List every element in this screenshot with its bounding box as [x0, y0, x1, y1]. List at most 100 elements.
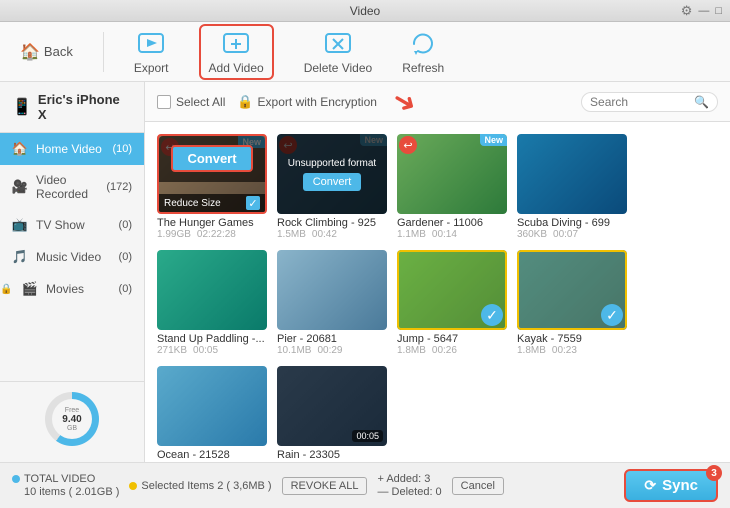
video-duration: 00:23 [552, 345, 577, 356]
main-layout: 📱 Eric's iPhone X 🏠 Home Video (10) 🎥 Vi… [0, 82, 730, 462]
sidebar-item-tv-show[interactable]: 📺 TV Show (0) [0, 209, 144, 241]
red-arrow-indicator: ➜ [386, 82, 423, 122]
encrypt-label: Export with Encryption [258, 95, 377, 109]
search-box[interactable]: 🔍 [581, 92, 718, 112]
window-controls: ⚙ — □ [681, 3, 722, 19]
video-thumbnail: ✓ [397, 250, 507, 330]
list-item[interactable]: ✓ Kayak - 7559 1.8MB 00:23 [517, 250, 627, 356]
close-button[interactable]: □ [715, 5, 722, 17]
video-size: 1.99GB [157, 229, 191, 240]
blue-dot [12, 475, 20, 483]
sidebar-item-video-recorded[interactable]: 🎥 Video Recorded (172) [0, 165, 144, 209]
video-duration: 00:05 [193, 345, 218, 356]
list-item[interactable]: ↩ New Unsupported format Convert Rock Cl… [277, 134, 387, 240]
sync-button[interactable]: ⟳ Sync 3 [624, 469, 718, 502]
back-button[interactable]: 🏠 Back [20, 42, 73, 62]
list-item[interactable]: Ocean - 21528 6.5MB 00:30 [157, 366, 267, 462]
video-duration: 00:26 [432, 345, 457, 356]
convert-overlay: Convert [159, 136, 265, 182]
video-thumbnail [277, 250, 387, 330]
search-icon: 🔍 [694, 95, 709, 109]
list-item[interactable]: 00:05 Rain - 23305 376KB 00:05 [277, 366, 387, 462]
add-video-label: Add Video [209, 61, 264, 75]
video-size: 10.1MB [277, 345, 311, 356]
delete-video-label: Delete Video [304, 61, 373, 75]
video-thumbnail: 00:05 [277, 366, 387, 446]
gear-icon[interactable]: ⚙ [681, 3, 693, 19]
video-duration: 00:07 [553, 229, 578, 240]
sidebar-item-home-video[interactable]: 🏠 Home Video (10) [0, 133, 144, 165]
tv-show-count: (0) [119, 219, 132, 231]
video-info: Rock Climbing - 925 1.5MB 00:42 [277, 217, 387, 240]
revoke-all-button[interactable]: REVOKE ALL [282, 477, 368, 495]
sidebar-item-music-video[interactable]: 🎵 Music Video (0) [0, 241, 144, 273]
toolbar-divider [103, 32, 104, 72]
total-video-info: TOTAL VIDEO 10 items ( 2.01GB ) [12, 473, 119, 498]
video-size: 360KB [517, 229, 547, 240]
list-item[interactable]: Scuba Diving - 699 360KB 00:07 [517, 134, 627, 240]
delete-video-icon [323, 29, 353, 59]
total-video-label: TOTAL VIDEO [12, 473, 119, 485]
device-label: Eric's iPhone X [38, 92, 132, 122]
video-meta: 271KB 00:05 [157, 345, 267, 356]
video-info: The Hunger Games 1.99GB 02:22:28 [157, 217, 267, 240]
main-toolbar: 🏠 Back Export Add Video [0, 22, 730, 82]
video-size: 271KB [157, 345, 187, 356]
title-bar: Video ⚙ — □ [0, 0, 730, 22]
refresh-button[interactable]: Refresh [402, 29, 444, 75]
selected-checkmark: ✓ [601, 304, 623, 326]
yellow-dot [129, 482, 137, 490]
video-name: Rain - 23305 [277, 449, 387, 461]
sync-badge: 3 [706, 465, 722, 481]
video-grid: ↩ New Convert Reduce Size ✓ The Hunger G… [145, 122, 730, 462]
deleted-label: — Deleted: 0 [377, 486, 441, 498]
select-all-control[interactable]: Select All [157, 95, 225, 109]
video-thumbnail [517, 134, 627, 214]
delete-video-button[interactable]: Delete Video [304, 29, 373, 75]
selected-checkmark: ✓ [481, 304, 503, 326]
video-size: 1.8MB [397, 345, 426, 356]
video-info: Stand Up Paddling -... 271KB 00:05 [157, 333, 267, 356]
search-input[interactable] [590, 95, 690, 109]
export-button[interactable]: Export [134, 29, 169, 75]
redo-icon: ↩ [399, 136, 417, 154]
total-video-text: TOTAL VIDEO [24, 473, 95, 485]
home-video-icon: 🏠 [12, 141, 28, 157]
back-label: Back [44, 44, 73, 59]
video-info: Pier - 20681 10.1MB 00:29 [277, 333, 387, 356]
video-meta: 1.1MB 00:14 [397, 229, 507, 240]
added-deleted-info: + Added: 3 — Deleted: 0 [377, 473, 441, 498]
sidebar-item-movies[interactable]: 🔒 🎬 Movies (0) [0, 273, 144, 305]
convert-button[interactable]: Convert [171, 145, 252, 172]
video-meta: 1.5MB 00:42 [277, 229, 387, 240]
video-info: Gardener - 11006 1.1MB 00:14 [397, 217, 507, 240]
minimize-button[interactable]: — [698, 5, 709, 17]
storage-circle: Free 9.40 GB [45, 392, 99, 446]
refresh-label: Refresh [402, 61, 444, 75]
total-items: 10 items ( 2.01GB ) [12, 486, 119, 498]
video-info: Rain - 23305 376KB 00:05 [277, 449, 387, 462]
video-meta: 1.99GB 02:22:28 [157, 229, 267, 240]
list-item[interactable]: ✓ Jump - 5647 1.8MB 00:26 [397, 250, 507, 356]
export-with-encryption-button[interactable]: 🔒 Export with Encryption [237, 94, 377, 110]
list-item[interactable]: Pier - 20681 10.1MB 00:29 [277, 250, 387, 356]
selected-items: Selected Items 2 ( 3,6MB ) [129, 480, 271, 492]
sync-icon: ⟳ [644, 477, 656, 494]
reduce-size-checkbox[interactable]: ✓ [246, 196, 260, 210]
selected-items-label: Selected Items 2 ( 3,6MB ) [141, 480, 271, 492]
select-all-checkbox[interactable] [157, 95, 171, 109]
video-info: Kayak - 7559 1.8MB 00:23 [517, 333, 627, 356]
add-video-button[interactable]: Add Video [199, 24, 274, 80]
list-item[interactable]: ↩ New Convert Reduce Size ✓ The Hunger G… [157, 134, 267, 240]
video-name: Gardener - 11006 [397, 217, 507, 229]
video-size: 1.1MB [397, 229, 426, 240]
sidebar-item-music-video-label: Music Video [36, 250, 101, 264]
list-item[interactable]: ↩ New Gardener - 11006 1.1MB 00:14 [397, 134, 507, 240]
convert-button-unsupported[interactable]: Convert [303, 173, 362, 191]
movies-count: (0) [119, 283, 132, 295]
video-duration: 02:22:28 [197, 229, 236, 240]
storage-indicator: Free 9.40 GB [0, 381, 144, 462]
list-item[interactable]: Stand Up Paddling -... 271KB 00:05 [157, 250, 267, 356]
cancel-button[interactable]: Cancel [452, 477, 504, 495]
video-duration: 00:42 [312, 229, 337, 240]
